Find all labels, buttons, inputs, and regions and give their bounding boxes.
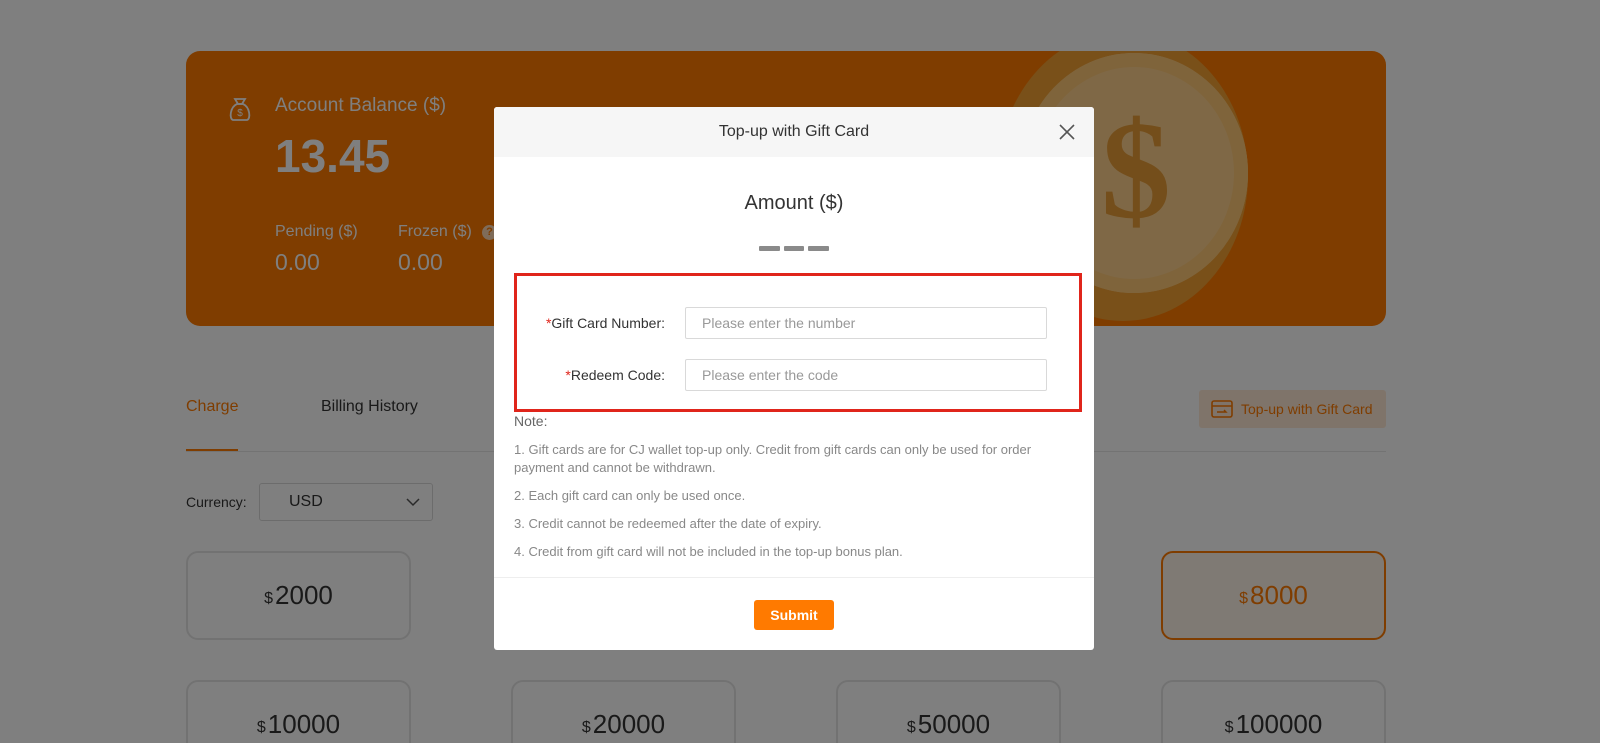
note-title: Note: xyxy=(514,413,548,429)
note-item: 2. Each gift card can only be used once. xyxy=(514,488,746,503)
redeem-code-row: *Redeem Code: xyxy=(517,359,1079,391)
card-number-label: *Gift Card Number: xyxy=(545,315,665,331)
redeem-code-label: *Redeem Code: xyxy=(565,367,665,383)
card-number-input[interactable] xyxy=(685,307,1047,339)
submit-button[interactable]: Submit xyxy=(754,600,834,630)
notes-list: 1. Gift cards are for CJ wallet top-up o… xyxy=(514,441,1044,571)
modal-footer-divider xyxy=(494,577,1094,578)
modal-title: Top-up with Gift Card xyxy=(718,123,870,140)
modal-header: Top-up with Gift Card xyxy=(494,107,1094,157)
note-item: 3. Credit cannot be redeemed after the d… xyxy=(514,516,822,531)
note-item: 1. Gift cards are for CJ wallet top-up o… xyxy=(514,442,1032,475)
redeem-code-input[interactable] xyxy=(685,359,1047,391)
note-item: 4. Credit from gift card will not be inc… xyxy=(514,544,903,559)
card-number-row: *Gift Card Number: xyxy=(517,307,1079,339)
gift-card-form: *Gift Card Number: *Redeem Code: xyxy=(514,273,1082,412)
gift-card-modal: Top-up with Gift Card Amount ($) *Gift C… xyxy=(494,107,1094,650)
close-icon[interactable] xyxy=(1058,123,1076,141)
amount-title: Amount ($) xyxy=(744,192,844,214)
amount-placeholder-dashes xyxy=(759,246,830,256)
